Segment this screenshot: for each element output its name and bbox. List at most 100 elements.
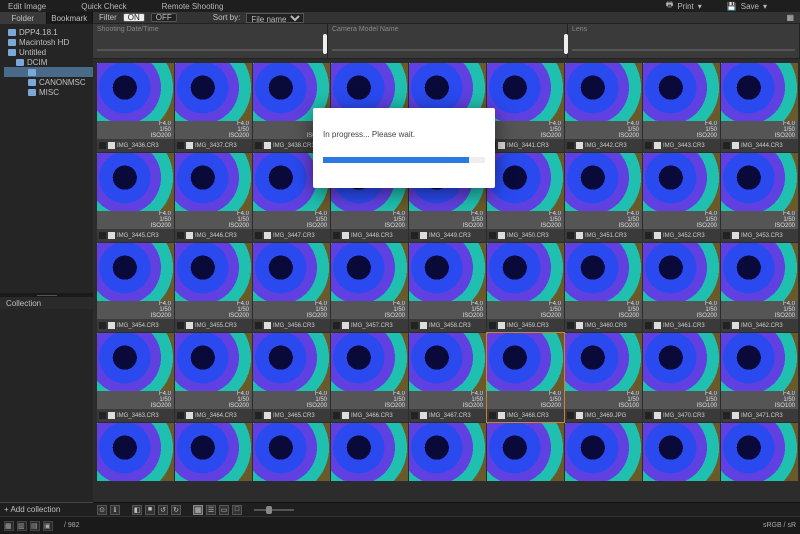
thumbnail[interactable]: F4.01/50ISO100IMG_3471.CR3 <box>721 333 798 422</box>
thumbnail-image <box>253 333 330 391</box>
thumbnail[interactable]: F4.01/50ISO200 <box>97 423 174 481</box>
thumbnail[interactable]: F4.01/50ISO200IMG_3436.CR3 <box>97 63 174 152</box>
thumbnail[interactable]: F4.01/50ISO200IMG_3451.CR3 <box>565 153 642 242</box>
thumbnail[interactable]: F4.01/50ISO200IMG_3461.CR3 <box>643 243 720 332</box>
tree-item[interactable]: DPP4.18.1 <box>4 27 93 37</box>
thumbnail-image <box>565 423 642 481</box>
thumbnail-image <box>175 423 252 481</box>
thumbnail-image <box>253 423 330 481</box>
thumbnail[interactable]: F4.01/50ISO200IMG_3437.CR3 <box>175 63 252 152</box>
tree-item[interactable]: Macintosh HD <box>4 37 93 47</box>
progress-bar <box>323 157 485 163</box>
thumbnail[interactable]: F4.01/50ISO200 <box>565 423 642 481</box>
thumbnail[interactable]: F4.01/50ISO200IMG_3463.CR3 <box>97 333 174 422</box>
info-button[interactable]: ℹ <box>110 505 120 515</box>
thumbnail[interactable]: F4.01/50ISO200IMG_3453.CR3 <box>721 153 798 242</box>
select-all-button[interactable]: ◧ <box>132 505 142 515</box>
thumbnail[interactable]: F4.01/50ISO200IMG_3442.CR3 <box>565 63 642 152</box>
thumbnail[interactable]: F4.01/50ISO200IMG_3455.CR3 <box>175 243 252 332</box>
thumbnail[interactable]: F4.01/50ISO200IMG_3464.CR3 <box>175 333 252 422</box>
rotate-right-button[interactable]: ↻ <box>171 505 181 515</box>
thumbnail[interactable]: F4.01/50ISO200IMG_3450.CR3 <box>487 153 564 242</box>
filter-off-button[interactable]: OFF <box>151 13 177 22</box>
tab-folder[interactable]: Folder <box>0 12 47 24</box>
sort-col-lens[interactable]: Lens <box>568 24 800 58</box>
thumbnail-image <box>331 423 408 481</box>
thumbnail-image <box>721 243 798 301</box>
progress-message: In progress... Please wait. <box>323 130 485 139</box>
view-list-button[interactable]: ☰ <box>206 505 216 515</box>
thumbnail-image <box>565 333 642 391</box>
thumbnail[interactable]: F4.01/50ISO200IMG_3446.CR3 <box>175 153 252 242</box>
tab-bookmark[interactable]: Bookmark <box>47 12 94 24</box>
thumbnail[interactable]: F4.01/50ISO200 <box>409 423 486 481</box>
thumbnail[interactable]: F4.01/50ISO200IMG_3443.CR3 <box>643 63 720 152</box>
progress-dialog: In progress... Please wait. <box>313 108 495 188</box>
thumbnail[interactable]: F4.01/50ISO200IMG_3444.CR3 <box>721 63 798 152</box>
select-none-button[interactable]: ■ <box>145 505 155 515</box>
thumbnail[interactable]: F4.01/50ISO200 <box>643 423 720 481</box>
thumbnail[interactable]: F4.01/50ISO200IMG_3462.CR3 <box>721 243 798 332</box>
thumbnail[interactable]: F4.01/50ISO200 <box>487 423 564 481</box>
tree-item[interactable]: DCIM <box>4 57 93 67</box>
thumbnail-image <box>175 153 252 211</box>
rotate-left-button[interactable]: ↺ <box>158 505 168 515</box>
thumbnail-image <box>565 243 642 301</box>
thumbnail-image <box>97 63 174 121</box>
thumbnail[interactable]: F4.01/50ISO200IMG_3460.CR3 <box>565 243 642 332</box>
thumbnail-image <box>331 333 408 391</box>
statusbar: ▦ ▥ ▤ ▣ / 982 sRGB / sR <box>0 516 800 534</box>
view-single-button[interactable]: □ <box>232 505 242 515</box>
sortby-label: Sort by: <box>213 13 241 22</box>
color-space: sRGB / sR <box>763 522 796 529</box>
thumbnail-image <box>721 423 798 481</box>
thumbnail[interactable]: F4.01/50ISO200IMG_3466.CR3 <box>331 333 408 422</box>
thumbnail[interactable]: F4.01/50ISO200 <box>331 423 408 481</box>
tree-item[interactable]: MISC <box>4 87 93 97</box>
thumb-size-icon[interactable]: ▦ <box>786 13 794 22</box>
zoom-fit-button[interactable]: ⊙ <box>97 505 107 515</box>
thumbnail-image <box>565 63 642 121</box>
view-grid-button[interactable]: ▦ <box>193 505 203 515</box>
add-collection-button[interactable]: + Add collection <box>0 502 93 516</box>
thumbnail[interactable]: F4.01/50ISO200IMG_3458.CR3 <box>409 243 486 332</box>
sort-col-camera[interactable]: Camera Model Name <box>328 24 568 58</box>
view-mode-4-button[interactable]: ▣ <box>43 521 53 531</box>
sortby-select[interactable]: File name <box>246 13 304 23</box>
sidebar: Folder Bookmark DPP4.18.1Macintosh HDUnt… <box>0 12 93 516</box>
filter-on-button[interactable]: ON <box>123 13 145 22</box>
thumbnail[interactable]: F4.01/50ISO200IMG_3441.CR3 <box>487 63 564 152</box>
sort-col-date[interactable]: Shooting Date/Time <box>93 24 328 58</box>
view-mode-1-button[interactable]: ▦ <box>4 521 14 531</box>
thumbnail[interactable]: F4.01/50ISO200IMG_3465.CR3 <box>253 333 330 422</box>
thumbnail[interactable]: F4.01/50ISO200IMG_3467.CR3 <box>409 333 486 422</box>
thumbnail-image <box>97 423 174 481</box>
tree-item[interactable]: Untitled <box>4 47 93 57</box>
thumbnail[interactable]: F4.01/50ISO200IMG_3452.CR3 <box>643 153 720 242</box>
thumbnail-image <box>409 423 486 481</box>
view-mode-2-button[interactable]: ▥ <box>17 521 27 531</box>
thumbnail[interactable]: F4.01/50ISO200IMG_3457.CR3 <box>331 243 408 332</box>
thumbnail[interactable]: F4.01/50ISO200IMG_3459.CR3 <box>487 243 564 332</box>
thumbnail-image <box>175 63 252 121</box>
thumbnail[interactable]: F4.01/50ISO200 <box>253 423 330 481</box>
thumbnail-image <box>643 333 720 391</box>
tree-item[interactable]: CANONMSC <box>4 77 93 87</box>
thumbnail-image <box>565 153 642 211</box>
thumbnail[interactable]: F4.01/50ISO100IMG_3469.JPG <box>565 333 642 422</box>
thumbnail[interactable]: F4.01/50ISO200IMG_3468.CR3 <box>487 333 564 422</box>
thumbnail[interactable]: F4.01/50ISO200IMG_3456.CR3 <box>253 243 330 332</box>
thumbnail[interactable]: F4.01/50ISO200IMG_3454.CR3 <box>97 243 174 332</box>
menu-edit-image[interactable]: Edit Image <box>8 2 46 11</box>
menu-remote-shooting[interactable]: Remote Shooting <box>162 2 224 11</box>
save-button[interactable]: 💾Save▾ <box>727 2 767 11</box>
view-large-button[interactable]: ▭ <box>219 505 229 515</box>
thumbnail[interactable]: F4.01/50ISO200 <box>175 423 252 481</box>
menu-quick-check[interactable]: Quick Check <box>81 2 126 11</box>
view-mode-3-button[interactable]: ▤ <box>30 521 40 531</box>
tree-item[interactable] <box>4 67 93 77</box>
thumbnail[interactable]: F4.01/50ISO200IMG_3445.CR3 <box>97 153 174 242</box>
thumbnail[interactable]: F4.01/50ISO200 <box>721 423 798 481</box>
thumb-size-slider[interactable] <box>254 509 294 511</box>
thumbnail[interactable]: F4.01/50ISO100IMG_3470.CR3 <box>643 333 720 422</box>
